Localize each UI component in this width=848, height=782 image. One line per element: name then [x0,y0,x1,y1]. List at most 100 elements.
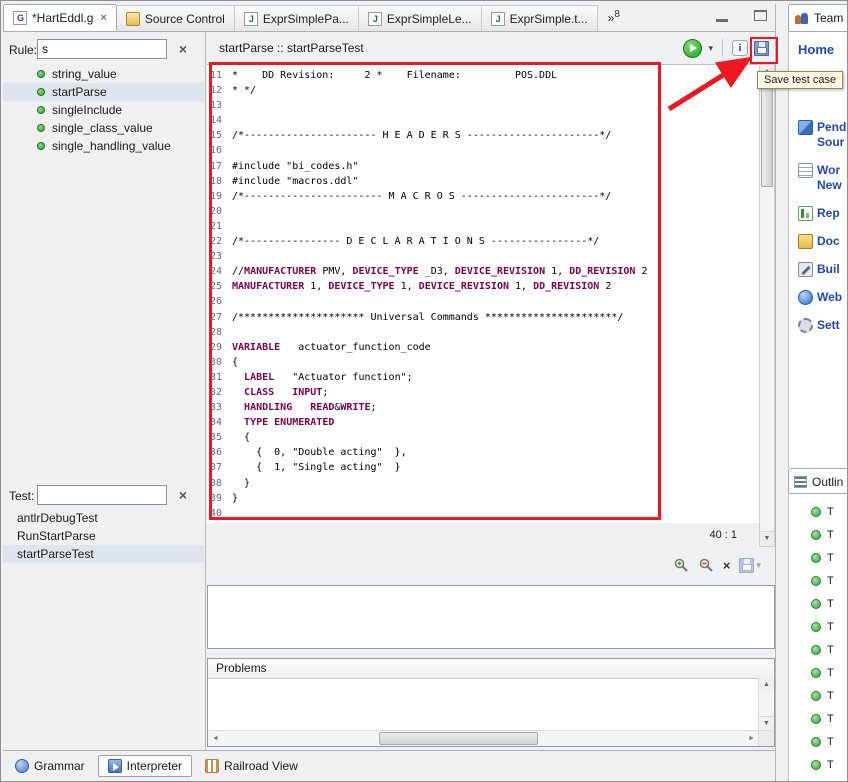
team-item-icon [798,206,813,221]
save-test-case-button[interactable] [754,40,769,56]
magnifier-plus-icon[interactable] [673,557,689,573]
tab-outline[interactable]: Outlin [788,468,847,495]
editor-tab[interactable]: *HartEddl.g × [3,4,117,31]
team-home-item[interactable]: Web [798,290,846,305]
scroll-up-arrow[interactable]: ▲ [759,678,774,692]
tab-overflow-chevron[interactable]: »8 [608,9,620,25]
info-icon[interactable]: i [732,40,748,56]
editor-line: 22 /*---------------- D E C L A R A T I O… [207,234,759,249]
team-home-item[interactable]: Sett [798,318,846,333]
remove-icon[interactable]: × [723,558,731,573]
scroll-right-arrow[interactable]: ► [744,735,759,742]
line-number: 32 [210,386,223,398]
outline-item[interactable]: T [789,615,847,638]
rule-name: single_class_value [52,121,153,135]
outline-item[interactable]: T [789,661,847,684]
outline-item[interactable]: T [789,546,847,569]
scroll-left-arrow[interactable]: ◄ [208,735,223,742]
code-line: { [232,356,239,368]
line-number: 25 [210,281,223,293]
line-number: 22 [210,236,223,248]
editor-content: 11 * DD Revision: 2 * Filename: POS.DDL 12… [207,68,759,521]
view-tab[interactable]: Railroad View [195,755,308,777]
outline-item[interactable]: T [789,523,847,546]
test-filter-input[interactable] [37,485,167,505]
test-list-item[interactable]: antlrDebugTest [3,509,204,527]
save-result-button[interactable]: ▾ [739,557,761,573]
outline-item[interactable]: T [789,569,847,592]
right-pane-sash[interactable] [775,4,789,781]
team-home-item[interactable]: Rep [798,206,846,221]
rule-filter-input[interactable] [37,39,167,59]
rule-list-item[interactable]: single_class_value [3,119,204,137]
scroll-down-arrow[interactable]: ▼ [759,716,774,731]
line-number: 17 [210,160,223,172]
test-list-item[interactable]: startParseTest [3,545,204,563]
run-button[interactable] [683,38,703,58]
editor-vertical-scrollbar[interactable]: ▲ ▼ [759,64,775,547]
outline-item[interactable]: T [789,707,847,730]
scroll-down-arrow[interactable]: ▼ [760,531,774,546]
code-line: VARIABLE actuator_function_code [232,341,431,353]
floppy-icon [739,557,755,573]
code-line: { 0, "Double acting" }, [232,447,407,459]
team-home-item[interactable]: Buil [798,262,846,277]
minimize-icon[interactable] [716,10,728,22]
code-line: /*----------------------- M A C R O S --… [232,190,612,202]
tab-team[interactable]: Team [788,4,847,31]
file-icon [490,11,505,26]
view-tab-icon [107,758,122,773]
test-name: antlrDebugTest [17,511,98,525]
run-dropdown-caret-icon[interactable]: ▾ [708,43,713,54]
pane-divider[interactable] [205,32,206,750]
problems-vertical-scrollbar[interactable]: ▲ ▼ [758,678,774,731]
team-home-link[interactable]: Home [798,42,834,57]
view-tab[interactable]: Interpreter [97,754,193,777]
rule-label: Rule: [9,43,38,57]
outline-item[interactable]: T [789,753,847,776]
clear-test-filter-icon[interactable]: × [175,487,191,503]
rule-bullet-icon [37,70,45,78]
team-home-item[interactable]: Wor New [798,163,846,193]
scrollbar-thumb[interactable] [379,732,538,745]
code-line: { [232,432,251,444]
editor-tab[interactable]: ExprSimpleLe... [358,5,482,31]
interpreter-toolbar: ▾ i [683,38,775,58]
code-editor[interactable]: 11 * DD Revision: 2 * Filename: POS.DDL 12… [207,64,759,523]
team-home-item[interactable]: Pend Sour [798,120,846,150]
code-line: HANDLING READ&WRITE; [244,402,377,414]
problems-horizontal-scrollbar[interactable]: ◄ ► [208,730,759,746]
editor-tab[interactable]: ExprSimplePa... [234,5,359,31]
test-list-item[interactable]: RunStartParse [3,527,204,545]
editor-line: 14 [207,113,759,128]
line-number: 33 [210,402,223,414]
rule-list-item[interactable]: single_handling_value [3,137,204,155]
team-item-sublabel: Sour [817,135,845,149]
editor-line: 18 #include "macros.ddl" [207,174,759,189]
rule-list-item[interactable]: singleInclude [3,101,204,119]
scrollbar-track[interactable] [223,731,744,746]
rule-list-item[interactable]: string_value [3,65,204,83]
token-bullet-icon [811,506,821,517]
team-item-label: Doc [817,234,840,248]
magnifier-minus-icon[interactable] [698,557,714,573]
maximize-icon[interactable] [754,10,767,21]
scrollbar-thumb[interactable] [761,80,773,187]
line-number: 24 [210,266,223,278]
outline-item[interactable]: T [789,730,847,753]
clear-rule-filter-icon[interactable]: × [175,41,191,57]
test-list: antlrDebugTest RunStartParse startParseT… [3,509,204,563]
editor-tab[interactable]: ExprSimple.t... [481,5,598,31]
editor-line: 21 [207,219,759,234]
team-home-item[interactable]: Doc [798,234,846,249]
rule-list-item[interactable]: startParse [3,83,204,101]
line-number: 16 [210,145,223,157]
rule-list: string_value startParse singleInclude si… [3,65,204,155]
close-icon[interactable]: × [100,12,106,24]
outline-item[interactable]: T [789,500,847,523]
editor-tab[interactable]: Source Control [116,5,235,31]
outline-item[interactable]: T [789,638,847,661]
outline-item[interactable]: T [789,592,847,615]
outline-item[interactable]: T [789,684,847,707]
view-tab[interactable]: Grammar [5,755,95,777]
